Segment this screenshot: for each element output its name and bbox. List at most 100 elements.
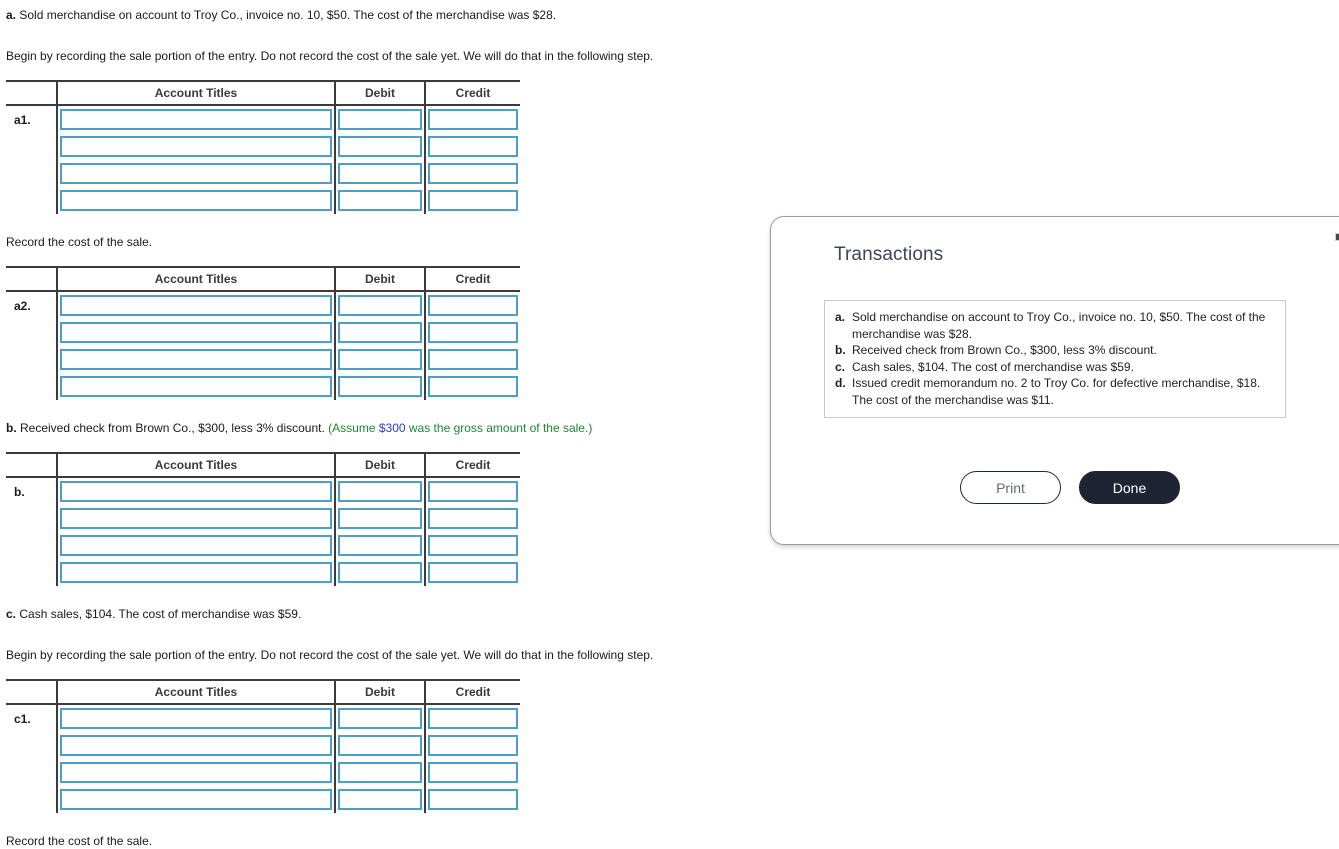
row-label-a2: a2. — [14, 298, 31, 313]
debit-input[interactable] — [338, 322, 422, 343]
credit-cell — [424, 291, 520, 319]
account-cell — [56, 373, 335, 400]
debit-input[interactable] — [338, 789, 422, 810]
table-row — [6, 759, 520, 786]
credit-input[interactable] — [428, 163, 518, 184]
credit-input[interactable] — [428, 376, 518, 397]
credit-input[interactable] — [428, 190, 518, 211]
debit-input[interactable] — [338, 109, 422, 130]
credit-input[interactable] — [428, 481, 518, 502]
debit-input[interactable] — [338, 163, 422, 184]
table-row — [6, 373, 520, 400]
table-row — [6, 346, 520, 373]
debit-input[interactable] — [338, 708, 422, 729]
account-title-input[interactable] — [60, 762, 332, 783]
credit-cell — [424, 532, 520, 559]
list-item: c. Cash sales, $104. The cost of merchand… — [835, 359, 1275, 376]
credit-input[interactable] — [428, 735, 518, 756]
print-button[interactable]: Print — [960, 471, 1061, 504]
column-header-account-titles: Account Titles — [56, 452, 335, 478]
credit-cell — [424, 187, 520, 214]
account-title-input[interactable] — [60, 708, 332, 729]
row-label-header — [6, 266, 57, 292]
column-header-account-titles: Account Titles — [56, 80, 335, 106]
column-header-credit: Credit — [424, 679, 520, 705]
row-label-empty — [6, 759, 57, 786]
account-title-input[interactable] — [60, 322, 332, 343]
table-row — [6, 786, 520, 813]
account-title-input[interactable] — [60, 789, 332, 810]
minimize-icon[interactable] — [1335, 233, 1339, 241]
row-label-empty — [6, 133, 57, 160]
table-header-row: Account Titles Debit Credit — [6, 679, 520, 705]
credit-cell — [424, 105, 520, 133]
account-title-input[interactable] — [60, 190, 332, 211]
prompt-lead-c: c. — [6, 607, 17, 621]
credit-input[interactable] — [428, 508, 518, 529]
list-item-marker: c. — [835, 359, 846, 374]
list-item-marker: d. — [835, 376, 846, 390]
account-cell — [56, 187, 335, 214]
credit-cell — [424, 319, 520, 346]
account-title-input[interactable] — [60, 376, 332, 397]
assume-prefix: (Assume — [328, 421, 379, 435]
table-row — [6, 505, 520, 532]
account-cell — [56, 786, 335, 813]
table-header-row: Account Titles Debit Credit — [6, 80, 520, 106]
account-title-input[interactable] — [60, 136, 332, 157]
account-title-input[interactable] — [60, 295, 332, 316]
done-button[interactable]: Done — [1079, 471, 1180, 504]
debit-input[interactable] — [338, 735, 422, 756]
account-title-input[interactable] — [60, 109, 332, 130]
credit-input[interactable] — [428, 322, 518, 343]
credit-input[interactable] — [428, 136, 518, 157]
row-label-empty — [6, 559, 57, 586]
account-title-input[interactable] — [60, 163, 332, 184]
account-title-input[interactable] — [60, 562, 332, 583]
credit-input[interactable] — [428, 562, 518, 583]
journal-table-a2: Account Titles Debit Credit a2. — [6, 266, 520, 400]
credit-input[interactable] — [428, 109, 518, 130]
journal-entry-worksheet: a. Sold merchandise on account to Troy C… — [6, 0, 766, 849]
table-row — [6, 559, 520, 586]
credit-input[interactable] — [428, 789, 518, 810]
debit-input[interactable] — [338, 762, 422, 783]
account-title-input[interactable] — [60, 481, 332, 502]
list-item-marker: b. — [835, 343, 846, 357]
debit-input[interactable] — [338, 190, 422, 211]
debit-cell — [334, 559, 425, 586]
debit-input[interactable] — [338, 481, 422, 502]
credit-input[interactable] — [428, 708, 518, 729]
column-header-debit: Debit — [334, 266, 425, 292]
credit-input[interactable] — [428, 762, 518, 783]
debit-input[interactable] — [338, 376, 422, 397]
prompt-lead-b: b. — [6, 421, 17, 435]
debit-cell — [334, 704, 425, 732]
debit-input[interactable] — [338, 136, 422, 157]
debit-input[interactable] — [338, 349, 422, 370]
account-title-input[interactable] — [60, 535, 332, 556]
list-item: a. Sold merchandise on account to Troy Co… — [835, 309, 1275, 342]
column-header-debit: Debit — [334, 679, 425, 705]
table-row — [6, 319, 520, 346]
debit-cell — [334, 532, 425, 559]
column-header-credit: Credit — [424, 452, 520, 478]
credit-input[interactable] — [428, 349, 518, 370]
credit-input[interactable] — [428, 535, 518, 556]
debit-input[interactable] — [338, 508, 422, 529]
credit-input[interactable] — [428, 295, 518, 316]
debit-input[interactable] — [338, 562, 422, 583]
account-cell — [56, 704, 335, 732]
account-title-input[interactable] — [60, 508, 332, 529]
table-row: a2. — [6, 291, 520, 319]
debit-input[interactable] — [338, 295, 422, 316]
account-title-input[interactable] — [60, 735, 332, 756]
account-title-input[interactable] — [60, 349, 332, 370]
debit-input[interactable] — [338, 535, 422, 556]
